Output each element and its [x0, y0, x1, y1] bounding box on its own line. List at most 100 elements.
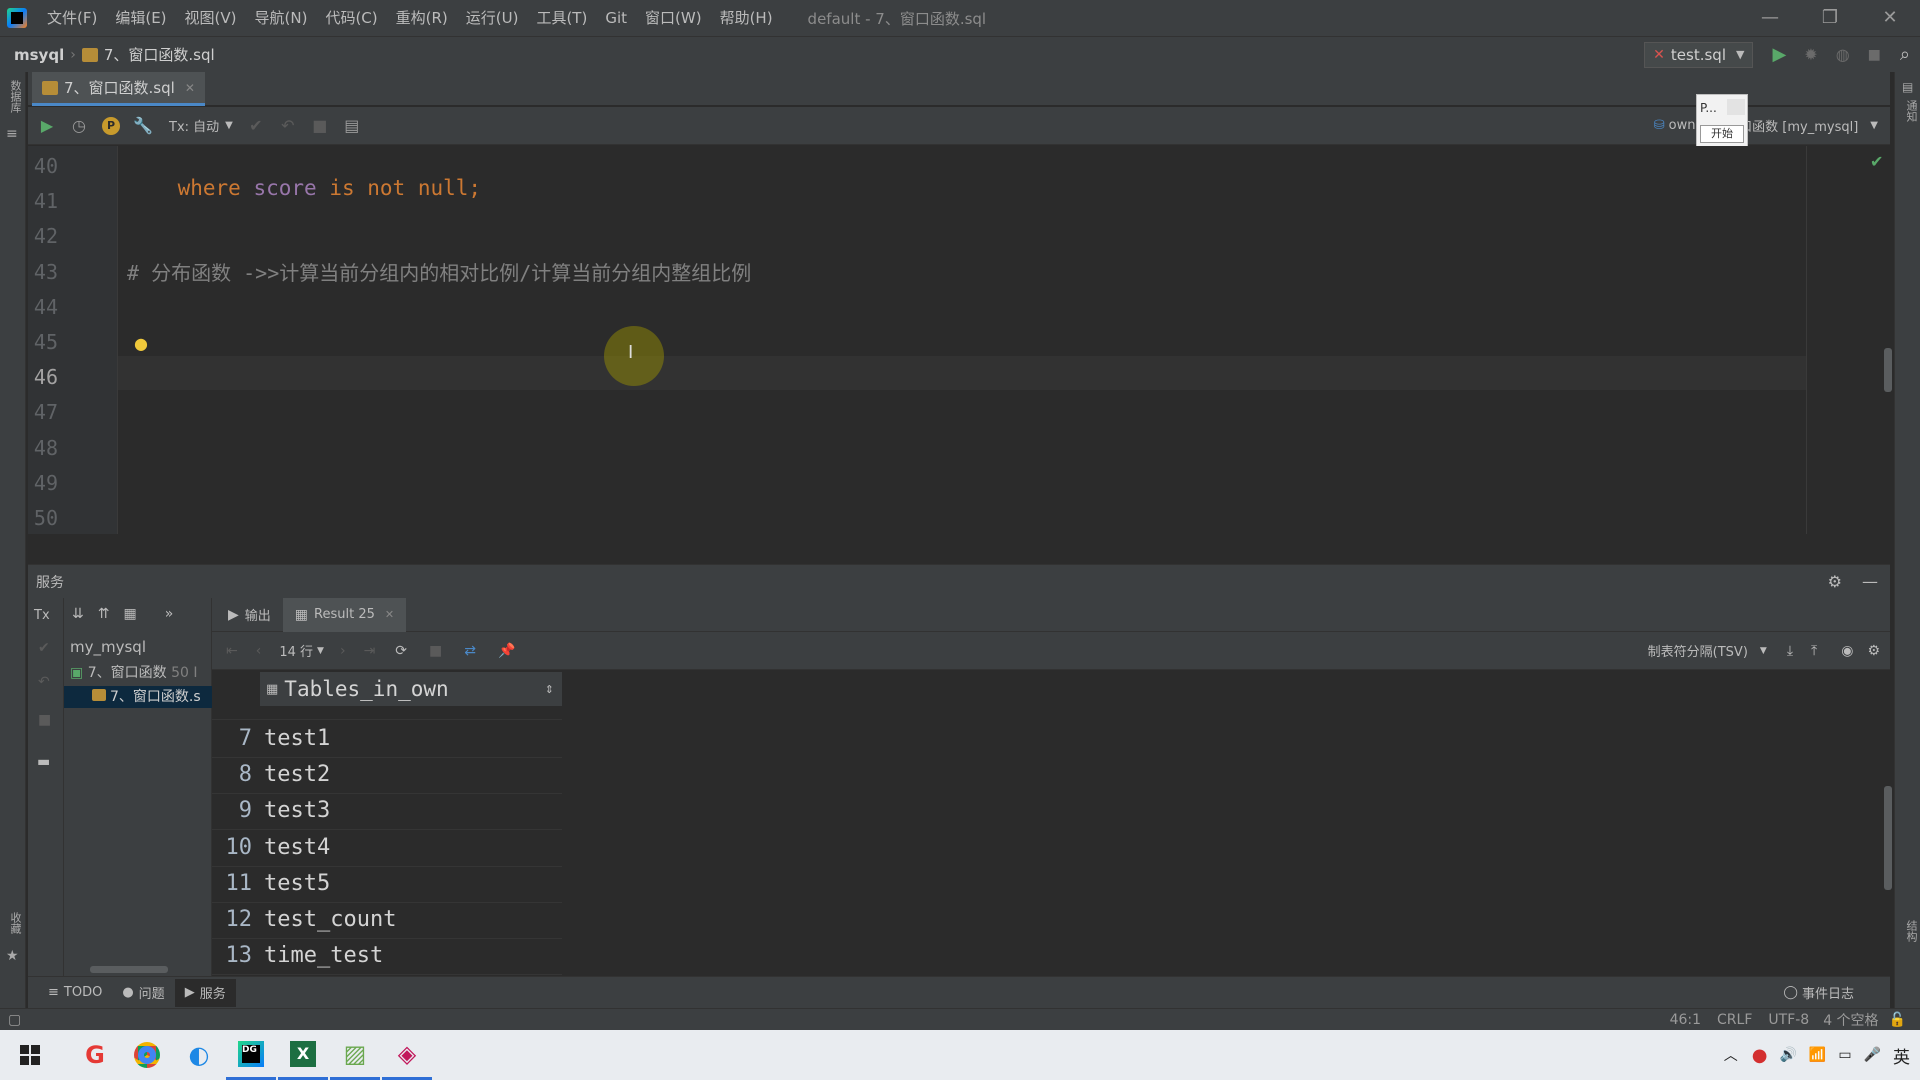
grid-cell[interactable]: test3 [264, 798, 330, 823]
gear-icon[interactable]: ⚙ [1828, 572, 1842, 591]
refresh-icon[interactable]: ⟳ [395, 643, 407, 659]
search-icon[interactable]: ⌕ [1900, 44, 1910, 65]
favorites-tool-button[interactable]: 收藏 [3, 912, 23, 934]
lock-icon[interactable]: 🔓 [1889, 1012, 1906, 1028]
more-icon[interactable]: » [165, 606, 174, 622]
grid-cell[interactable]: test2 [264, 762, 330, 787]
menu-item[interactable]: 重构(R) [387, 0, 457, 36]
table-row[interactable]: 7 test1 [212, 722, 562, 758]
execute-icon[interactable]: ▶ [34, 113, 60, 139]
tab-close-icon[interactable]: ✕ [185, 81, 195, 95]
sort-icon[interactable]: ⇕ [545, 683, 554, 696]
next-page-icon[interactable]: › [340, 643, 346, 659]
image-editor-icon[interactable]: ▨ [330, 1030, 380, 1080]
tab-problems[interactable]: ● 问题 [112, 983, 174, 1002]
caret-position[interactable]: 46:1 [1670, 1012, 1701, 1028]
gear-icon[interactable]: ⚙ [1867, 643, 1880, 659]
popup-close-area[interactable] [1727, 99, 1745, 115]
file-encoding[interactable]: UTF-8 [1768, 1012, 1809, 1028]
grid-cell[interactable]: test_count [264, 907, 396, 932]
group-icon[interactable]: ▦ [123, 606, 136, 622]
history-icon[interactable]: ◷ [66, 113, 92, 139]
restore-icon[interactable]: ❐ [1800, 0, 1860, 36]
tx-icon[interactable]: Tx [34, 608, 50, 623]
menu-item[interactable]: 窗口(W) [636, 0, 711, 36]
stop-icon[interactable]: ■ [429, 643, 442, 659]
tab-result[interactable]: ▦ Result 25 ✕ [282, 597, 407, 632]
grid-cell[interactable]: studentinfo [264, 706, 410, 711]
network-icon[interactable]: 📶 [1809, 1047, 1826, 1063]
settings-wrench-icon[interactable]: 🔧 [130, 113, 156, 139]
notifications-tool-button[interactable]: 通知 [1899, 100, 1919, 122]
grid-cell[interactable]: test5 [264, 871, 330, 896]
battery-icon[interactable]: ▭ [1838, 1047, 1851, 1063]
run-config-select[interactable]: ✕ test.sql ▼ [1644, 41, 1754, 68]
results-layout-icon[interactable]: ▤ [339, 113, 365, 139]
compare-icon[interactable]: ⇄ [464, 643, 476, 659]
commit-icon[interactable]: ✔ [38, 640, 50, 656]
menu-item[interactable]: 工具(T) [527, 0, 596, 36]
table-row[interactable]: 11 test5 [212, 867, 562, 903]
grid-cell[interactable]: test4 [264, 835, 330, 860]
last-page-icon[interactable]: ⇥ [364, 643, 376, 659]
table-row[interactable]: 13 time_test [212, 939, 562, 976]
minimize-icon[interactable]: — [1740, 0, 1800, 36]
datagrip-icon[interactable]: DG [226, 1030, 276, 1080]
cancel-query-icon[interactable]: ■ [307, 113, 333, 139]
export-format-select[interactable]: 制表符分隔(TSV) ▼ [1648, 641, 1767, 660]
microphone-icon[interactable]: 🎤 [1864, 1047, 1881, 1063]
volume-icon[interactable]: 🔊 [1779, 1047, 1796, 1063]
grid-cell[interactable]: time_test [264, 943, 383, 968]
stop-icon[interactable]: ■ [1868, 47, 1881, 63]
tab-output[interactable]: ▶ 输出 [216, 605, 283, 625]
indent-setting[interactable]: 4 个空格 [1823, 1010, 1878, 1030]
database-tool-button[interactable]: 数据库 [3, 80, 23, 113]
taskbar-app-red-icon[interactable]: G [70, 1030, 120, 1080]
stop-icon[interactable]: ■ [38, 712, 51, 728]
upload-icon[interactable]: ⤒ [1811, 643, 1817, 659]
rollback-icon[interactable]: ↶ [275, 113, 301, 139]
paint-icon[interactable]: ◈ [382, 1030, 432, 1080]
menu-item[interactable]: 运行(U) [457, 0, 528, 36]
tree-item-session[interactable]: ▣ 7、窗口函数 50 I [70, 662, 212, 682]
table-row[interactable]: 12 test_count [212, 903, 562, 939]
table-row[interactable]: 8 test2 [212, 758, 562, 795]
start-windows-icon[interactable] [5, 1030, 55, 1080]
lightbulb-icon[interactable]: ● [134, 334, 148, 353]
excel-icon[interactable]: X [278, 1030, 328, 1080]
tab-todo[interactable]: ≡ TODO [38, 985, 112, 1000]
grid-cell[interactable]: test1 [264, 726, 330, 751]
layout-icon[interactable]: ▬ [37, 754, 50, 770]
rollback-icon[interactable]: ↶ [38, 674, 50, 690]
commit-icon[interactable]: ✔ [243, 113, 269, 139]
ime-indicator[interactable]: 英 [1893, 1043, 1910, 1068]
column-header-tables-in-own[interactable]: ▦ Tables_in_own ⇕ [260, 672, 562, 706]
menu-item[interactable]: Git [596, 0, 636, 36]
menu-item[interactable]: 导航(N) [246, 0, 317, 36]
tx-mode-select[interactable]: Tx: 自动 ▼ [169, 116, 233, 135]
tree-item-file-selected[interactable]: 7、窗口函数.s [64, 686, 212, 708]
previous-page-icon[interactable]: ‹ [256, 643, 262, 659]
event-log-button[interactable]: ◯ 事件日志 [1783, 983, 1854, 1002]
menu-item[interactable]: 视图(V) [176, 0, 246, 36]
menu-item[interactable]: 文件(F) [38, 0, 106, 36]
tray-chevron-up-icon[interactable]: ︿ [1724, 1045, 1738, 1065]
collapse-all-icon[interactable]: ⇈ [98, 606, 110, 622]
menu-item[interactable]: 代码(C) [316, 0, 386, 36]
tree-item-root[interactable]: my_mysql [70, 638, 146, 656]
toggle-tool-windows-icon[interactable]: ▢ [8, 1012, 21, 1028]
first-page-icon[interactable]: ⇤ [226, 643, 238, 659]
record-icon[interactable]: ● [1752, 1045, 1768, 1066]
browser-icon[interactable]: ◐ [174, 1030, 224, 1080]
profile-icon[interactable]: P [98, 113, 124, 139]
minimize-panel-icon[interactable]: — [1862, 572, 1878, 591]
expand-all-icon[interactable]: ⇊ [72, 606, 84, 622]
line-separator[interactable]: CRLF [1717, 1012, 1752, 1028]
menu-item[interactable]: 编辑(E) [106, 0, 175, 36]
view-icon[interactable]: ◉ [1841, 643, 1853, 659]
tab-services[interactable]: ▶ 服务 [174, 978, 236, 1007]
tree-horizontal-scrollbar[interactable] [90, 966, 168, 973]
editor-scrollbar[interactable] [1884, 348, 1892, 392]
close-icon[interactable]: ✕ [1860, 0, 1920, 36]
chrome-icon[interactable] [122, 1030, 172, 1080]
